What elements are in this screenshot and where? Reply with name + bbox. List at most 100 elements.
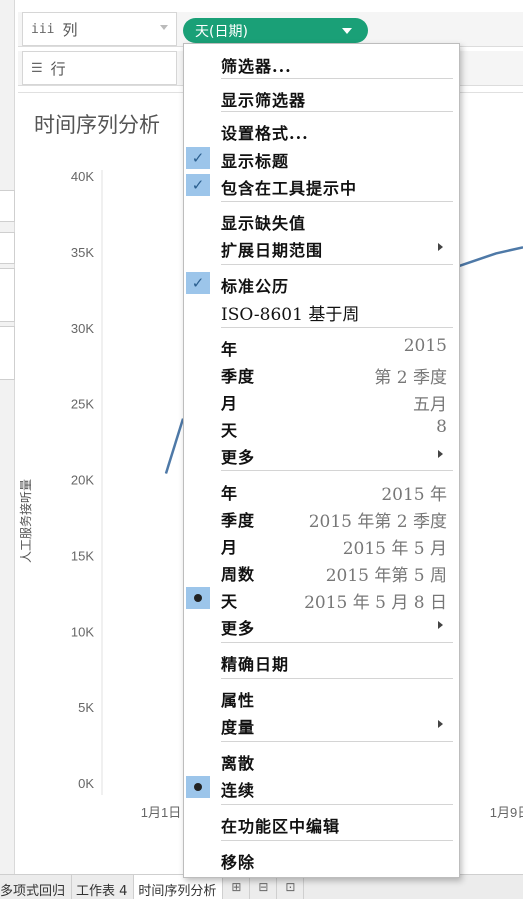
menu-item-label: 显示标题 [221, 148, 289, 172]
x-tick-label: 1月9日 [490, 805, 523, 820]
left-panel-box [0, 190, 15, 222]
pill-dropdown-icon[interactable] [342, 28, 352, 34]
series-line-left[interactable] [166, 419, 183, 474]
menu-item[interactable]: 月 五月 [184, 387, 459, 414]
new-dashboard-icon[interactable]: ⊟ [250, 875, 277, 899]
rows-shelf-title: ☰ 行 [22, 51, 177, 85]
tab-time-series[interactable]: 时间序列分析 [134, 875, 223, 899]
menu-item-label: 包含在工具提示中 [221, 175, 357, 199]
y-tick-label: 20K [71, 473, 94, 488]
submenu-arrow-icon [438, 450, 443, 458]
menu-item[interactable]: 显示筛选器 [184, 84, 459, 111]
rows-icon: ☰ [31, 61, 43, 76]
menu-item[interactable]: 月2015 年 5 月 [184, 531, 459, 558]
menu-item[interactable]: 更多 [184, 612, 459, 639]
left-panel-box [0, 268, 15, 322]
data-point[interactable] [496, 253, 497, 254]
menu-item-label: 连续 [221, 777, 255, 801]
menu-item-label: 天 [221, 588, 238, 612]
menu-item-value: 2015 年第 2 季度 [309, 507, 447, 532]
checkmark-icon: ✓ [186, 174, 210, 196]
menu-item[interactable]: 更多 [184, 441, 459, 468]
menu-item[interactable]: 筛选器... [184, 50, 459, 77]
checkmark-icon: ✓ [186, 272, 210, 294]
radio-dot-icon [186, 587, 210, 609]
menu-separator [221, 201, 453, 202]
menu-item[interactable]: ISO-8601 基于周 [184, 297, 459, 324]
menu-item[interactable]: 天8 [184, 414, 459, 441]
menu-item[interactable]: 天 2015 年 5 月 8 日 [184, 585, 459, 612]
rows-label: 行 [51, 58, 66, 79]
menu-item-value: 第 2 季度 [374, 363, 447, 388]
menu-separator [221, 111, 453, 112]
menu-item-label: 移除 [221, 849, 255, 873]
menu-item-label: 扩展日期范围 [221, 237, 323, 261]
y-tick-label: 10K [71, 624, 94, 639]
menu-item-label: 标准公历 [221, 273, 289, 297]
menu-separator [221, 642, 453, 643]
y-tick-label: 0K [78, 776, 94, 791]
menu-item-label: 度量 [221, 714, 255, 738]
menu-item-label: 周数 [221, 561, 255, 585]
menu-item[interactable]: 连续 [184, 774, 459, 801]
menu-item-value: 五月 [413, 390, 447, 415]
columns-icon: iii [31, 22, 54, 37]
menu-item[interactable]: 季度2015 年第 2 季度 [184, 504, 459, 531]
menu-item-label: 在功能区中编辑 [221, 813, 340, 837]
submenu-arrow-icon [438, 621, 443, 629]
menu-item[interactable]: 在功能区中编辑 [184, 810, 459, 837]
menu-item-label: 离散 [221, 750, 255, 774]
menu-item[interactable]: 周数 2015 年第 5 周 [184, 558, 459, 585]
columns-shelf-title: iii 列 [22, 12, 177, 46]
menu-item[interactable]: 扩展日期范围 [184, 234, 459, 261]
pill-label: 天(日期) [195, 21, 248, 41]
submenu-arrow-icon [438, 720, 443, 728]
menu-item-label: 显示缺失值 [221, 210, 306, 234]
columns-label: 列 [62, 19, 77, 40]
menu-item-label: ISO-8601 基于周 [221, 300, 359, 325]
menu-item-label: 更多 [221, 444, 255, 468]
series-line-right[interactable] [456, 247, 523, 267]
radio-dot-icon [186, 776, 210, 798]
y-tick-label: 15K [71, 548, 94, 563]
tab-worksheet-4[interactable]: 工作表 4 [72, 875, 134, 899]
tab-polynomial-regression[interactable]: 多项式回归 [0, 875, 72, 899]
menu-item[interactable]: 离散 [184, 747, 459, 774]
menu-item[interactable]: 年2015 [184, 333, 459, 360]
menu-separator [221, 840, 453, 841]
menu-item[interactable]: 属性 [184, 684, 459, 711]
date-field-pill[interactable]: 天(日期) [183, 18, 368, 43]
y-tick-label: 40K [71, 169, 94, 184]
chevron-down-icon[interactable] [160, 25, 168, 30]
menu-item-label: 月 [221, 390, 238, 414]
menu-item[interactable]: 精确日期 [184, 648, 459, 675]
y-tick-label: 5K [78, 700, 94, 715]
new-story-icon[interactable]: ⊡ [277, 875, 304, 899]
menu-item[interactable]: 移除 [184, 846, 459, 873]
menu-item[interactable]: 年 2015 年 [184, 477, 459, 504]
menu-item-label: 精确日期 [221, 651, 289, 675]
menu-item[interactable]: ✓ 显示标题 [184, 145, 459, 172]
menu-item-value: 2015 年第 5 周 [326, 561, 447, 586]
menu-item-value: 2015 年 [381, 480, 447, 505]
menu-item-label: 更多 [221, 615, 255, 639]
menu-item-label: 年 [221, 480, 238, 504]
data-point[interactable] [166, 473, 167, 474]
y-tick-label: 30K [71, 321, 94, 336]
menu-separator [221, 264, 453, 265]
menu-separator [221, 741, 453, 742]
menu-item-value: 2015 年 5 月 8 日 [304, 588, 447, 613]
menu-separator [221, 470, 453, 471]
new-worksheet-icon[interactable]: ⊞ [223, 875, 250, 899]
menu-item-label: 年 [221, 336, 238, 360]
menu-item[interactable]: 设置格式... [184, 117, 459, 144]
checkmark-icon: ✓ [186, 147, 210, 169]
menu-item-label: 显示筛选器 [221, 87, 306, 111]
menu-item[interactable]: 季度第 2 季度 [184, 360, 459, 387]
menu-item[interactable]: 度量 [184, 711, 459, 738]
menu-item[interactable]: 显示缺失值 [184, 207, 459, 234]
left-panel-strip [0, 0, 15, 898]
menu-item[interactable]: ✓ 包含在工具提示中 [184, 172, 459, 199]
x-tick-label: 1月1日 [141, 805, 181, 820]
menu-item[interactable]: ✓ 标准公历 [184, 270, 459, 297]
